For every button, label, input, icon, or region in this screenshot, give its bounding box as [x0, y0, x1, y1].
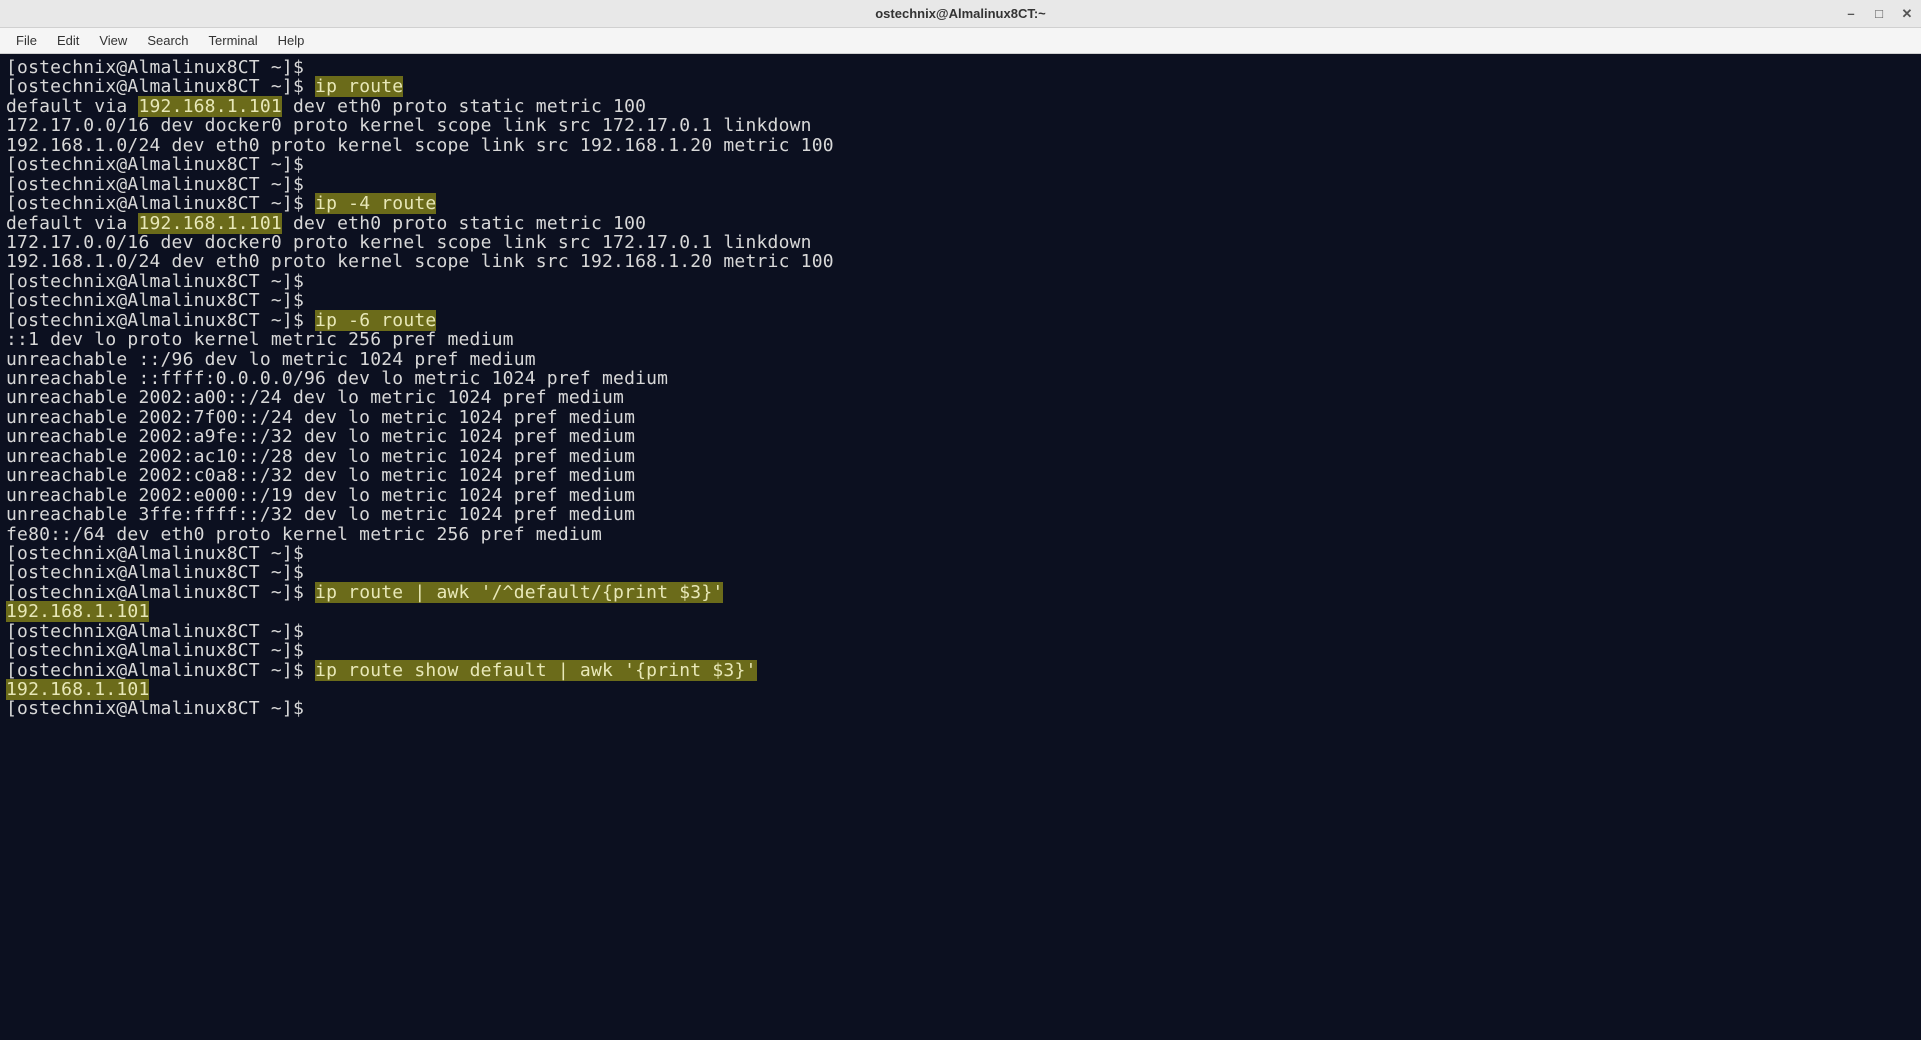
- menu-help[interactable]: Help: [268, 30, 315, 51]
- terminal-output[interactable]: [ostechnix@Almalinux8CT ~]$ [ostechnix@A…: [0, 54, 1921, 1040]
- output-text: unreachable 3ffe:ffff::/32 dev lo metric…: [6, 504, 635, 525]
- command-text: ip route | awk '/^default/{print $3}': [315, 582, 723, 603]
- gateway-ip: 192.168.1.101: [138, 96, 281, 117]
- prompt: [ostechnix@Almalinux8CT ~]$: [6, 271, 315, 292]
- output-text: 192.168.1.0/24 dev eth0 proto kernel sco…: [6, 135, 834, 156]
- output-text: unreachable 2002:a9fe::/32 dev lo metric…: [6, 426, 635, 447]
- minimize-icon[interactable]: –: [1845, 8, 1857, 20]
- output-text: unreachable 2002:c0a8::/32 dev lo metric…: [6, 465, 635, 486]
- output-text: unreachable 2002:e000::/19 dev lo metric…: [6, 485, 635, 506]
- prompt: [ostechnix@Almalinux8CT ~]$: [6, 640, 315, 661]
- menu-terminal[interactable]: Terminal: [199, 30, 268, 51]
- titlebar: ostechnix@Almalinux8CT:~ – □ ✕: [0, 0, 1921, 28]
- prompt: [ostechnix@Almalinux8CT ~]$: [6, 310, 315, 331]
- menu-view[interactable]: View: [89, 30, 137, 51]
- output-text: fe80::/64 dev eth0 proto kernel metric 2…: [6, 524, 602, 545]
- output-text: ::1 dev lo proto kernel metric 256 pref …: [6, 329, 514, 350]
- gateway-ip: 192.168.1.101: [6, 601, 149, 622]
- command-text: ip route: [315, 76, 403, 97]
- output-text: unreachable ::ffff:0.0.0.0/96 dev lo met…: [6, 368, 668, 389]
- window-controls: – □ ✕: [1845, 8, 1913, 20]
- output-text: 192.168.1.0/24 dev eth0 proto kernel sco…: [6, 251, 834, 272]
- prompt: [ostechnix@Almalinux8CT ~]$: [6, 57, 315, 78]
- output-text: 172.17.0.0/16 dev docker0 proto kernel s…: [6, 232, 812, 253]
- prompt: [ostechnix@Almalinux8CT ~]$: [6, 154, 315, 175]
- prompt: [ostechnix@Almalinux8CT ~]$: [6, 193, 315, 214]
- gateway-ip: 192.168.1.101: [138, 213, 281, 234]
- output-text: unreachable ::/96 dev lo metric 1024 pre…: [6, 349, 536, 370]
- prompt: [ostechnix@Almalinux8CT ~]$: [6, 582, 315, 603]
- output-text: default via: [6, 96, 138, 117]
- maximize-icon[interactable]: □: [1873, 8, 1885, 20]
- command-text: ip -6 route: [315, 310, 436, 331]
- prompt: [ostechnix@Almalinux8CT ~]$: [6, 76, 315, 97]
- command-text: ip route show default | awk '{print $3}': [315, 660, 756, 681]
- window-title: ostechnix@Almalinux8CT:~: [875, 6, 1046, 21]
- output-text: unreachable 2002:7f00::/24 dev lo metric…: [6, 407, 635, 428]
- output-text: dev eth0 proto static metric 100: [282, 213, 646, 234]
- prompt: [ostechnix@Almalinux8CT ~]$: [6, 174, 315, 195]
- prompt: [ostechnix@Almalinux8CT ~]$: [6, 621, 315, 642]
- command-text: ip -4 route: [315, 193, 436, 214]
- prompt: [ostechnix@Almalinux8CT ~]$: [6, 290, 315, 311]
- prompt: [ostechnix@Almalinux8CT ~]$: [6, 562, 315, 583]
- menu-file[interactable]: File: [6, 30, 47, 51]
- menu-edit[interactable]: Edit: [47, 30, 89, 51]
- output-text: dev eth0 proto static metric 100: [282, 96, 646, 117]
- menubar: File Edit View Search Terminal Help: [0, 28, 1921, 54]
- gateway-ip: 192.168.1.101: [6, 679, 149, 700]
- output-text: default via: [6, 213, 138, 234]
- close-icon[interactable]: ✕: [1901, 8, 1913, 20]
- menu-search[interactable]: Search: [137, 30, 198, 51]
- output-text: 172.17.0.0/16 dev docker0 proto kernel s…: [6, 115, 812, 136]
- output-text: unreachable 2002:ac10::/28 dev lo metric…: [6, 446, 635, 467]
- output-text: unreachable 2002:a00::/24 dev lo metric …: [6, 387, 624, 408]
- prompt: [ostechnix@Almalinux8CT ~]$: [6, 660, 315, 681]
- prompt: [ostechnix@Almalinux8CT ~]$: [6, 698, 315, 719]
- prompt: [ostechnix@Almalinux8CT ~]$: [6, 543, 315, 564]
